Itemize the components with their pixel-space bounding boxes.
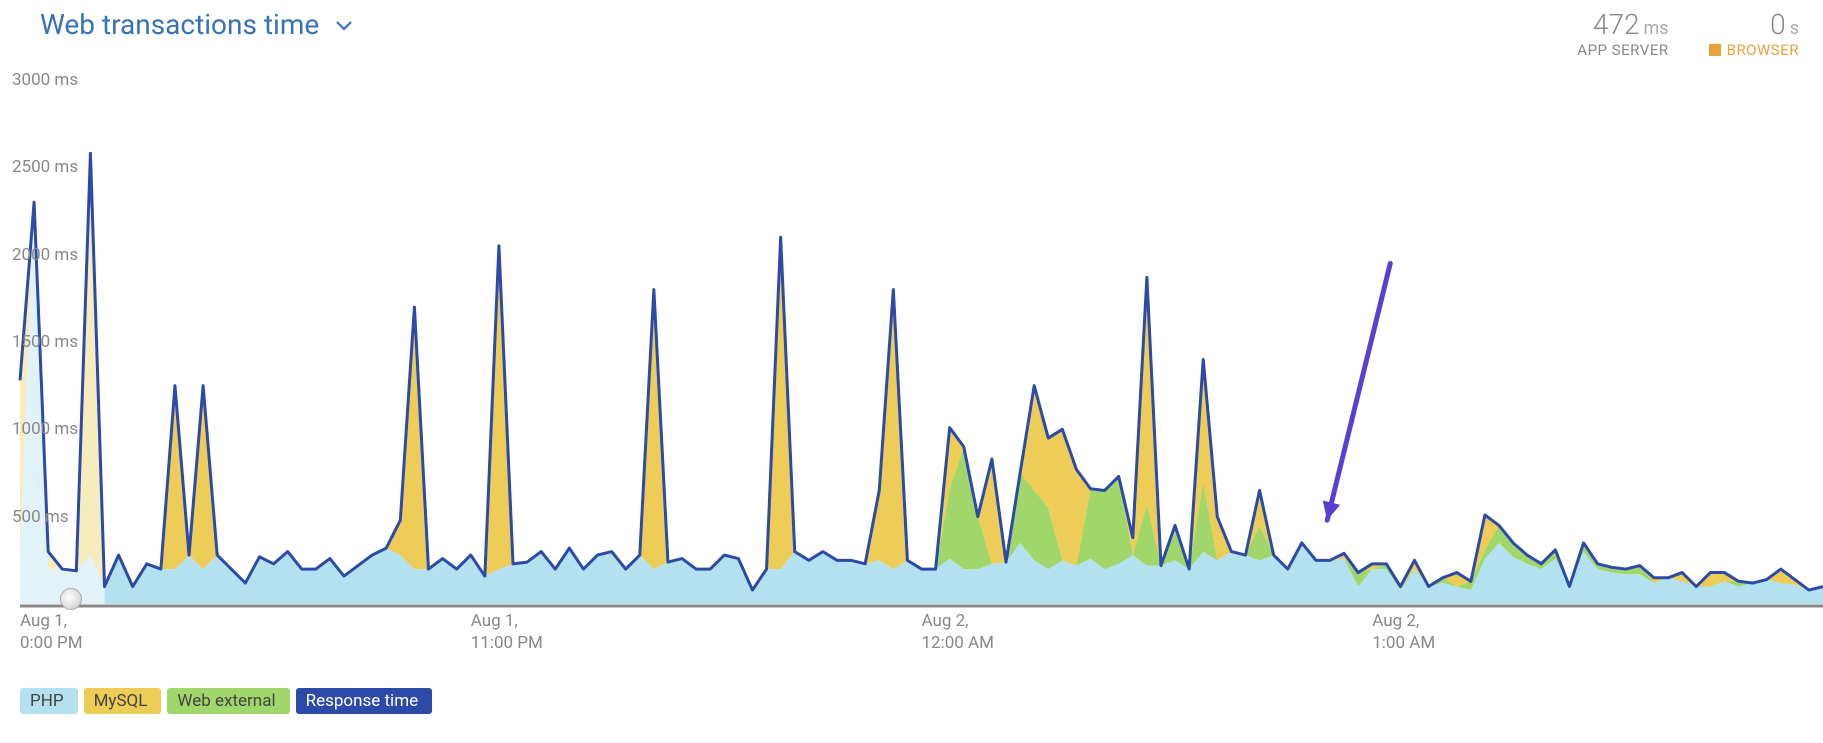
chart-legend: PHP MySQL Web external Response time xyxy=(20,688,432,714)
time-slider-handle[interactable] xyxy=(60,588,82,610)
area-web-external xyxy=(20,202,1823,590)
app-server-label: APP SERVER xyxy=(1577,41,1668,59)
browser-unit: s xyxy=(1790,18,1799,39)
response-time-line xyxy=(20,153,1823,590)
app-server-unit: ms xyxy=(1644,18,1669,39)
legend-label-web-external: Web external xyxy=(177,691,275,711)
y-tick-label: 3000 ms xyxy=(12,70,78,90)
metric-browser: 0 s BROWSER xyxy=(1709,8,1799,59)
chart-title-text: Web transactions time xyxy=(40,8,319,41)
legend-label-mysql: MySQL xyxy=(94,691,148,711)
chart-plot-area[interactable]: 500 ms 1000 ms 1500 ms 2000 ms 2500 ms 3000 m… xyxy=(0,70,1823,620)
annotation-arrow xyxy=(1323,263,1391,520)
legend-label-php: PHP xyxy=(30,691,64,711)
metric-app-server: 472 ms APP SERVER xyxy=(1577,8,1668,59)
chart-svg xyxy=(0,70,1823,610)
legend-label-response-time: Response time xyxy=(306,691,419,711)
y-tick-label: 2000 ms xyxy=(12,245,78,265)
chart-header: Web transactions time 472 ms APP SERVER … xyxy=(0,0,1823,59)
y-tick-label: 1000 ms xyxy=(12,419,78,439)
y-tick-label: 1500 ms xyxy=(12,332,78,352)
area-mysql xyxy=(20,153,1823,590)
header-metrics: 472 ms APP SERVER 0 s BROWSER xyxy=(1577,8,1799,59)
chart-title-dropdown[interactable]: Web transactions time xyxy=(40,8,353,41)
x-tick-label: Aug 2,1:00 AM xyxy=(1372,610,1435,654)
chevron-down-icon xyxy=(335,19,353,31)
app-server-value: 472 xyxy=(1593,8,1640,41)
y-tick-label: 500 ms xyxy=(12,507,69,527)
browser-label: BROWSER xyxy=(1727,41,1799,59)
legend-item-php[interactable]: PHP xyxy=(20,688,78,714)
browser-value: 0 xyxy=(1770,8,1786,41)
browser-swatch-icon xyxy=(1709,44,1721,56)
y-tick-label: 2500 ms xyxy=(12,157,78,177)
chart-container: Web transactions time 472 ms APP SERVER … xyxy=(0,0,1823,743)
legend-item-web-external[interactable]: Web external xyxy=(167,688,289,714)
x-tick-label: Aug 1,11:00 PM xyxy=(471,610,543,654)
x-tick-label: Aug 1,0:00 PM xyxy=(20,610,83,654)
area-php xyxy=(20,202,1823,604)
x-tick-label: Aug 2,12:00 AM xyxy=(922,610,994,654)
legend-item-response-time[interactable]: Response time xyxy=(296,688,433,714)
legend-item-mysql[interactable]: MySQL xyxy=(84,688,162,714)
